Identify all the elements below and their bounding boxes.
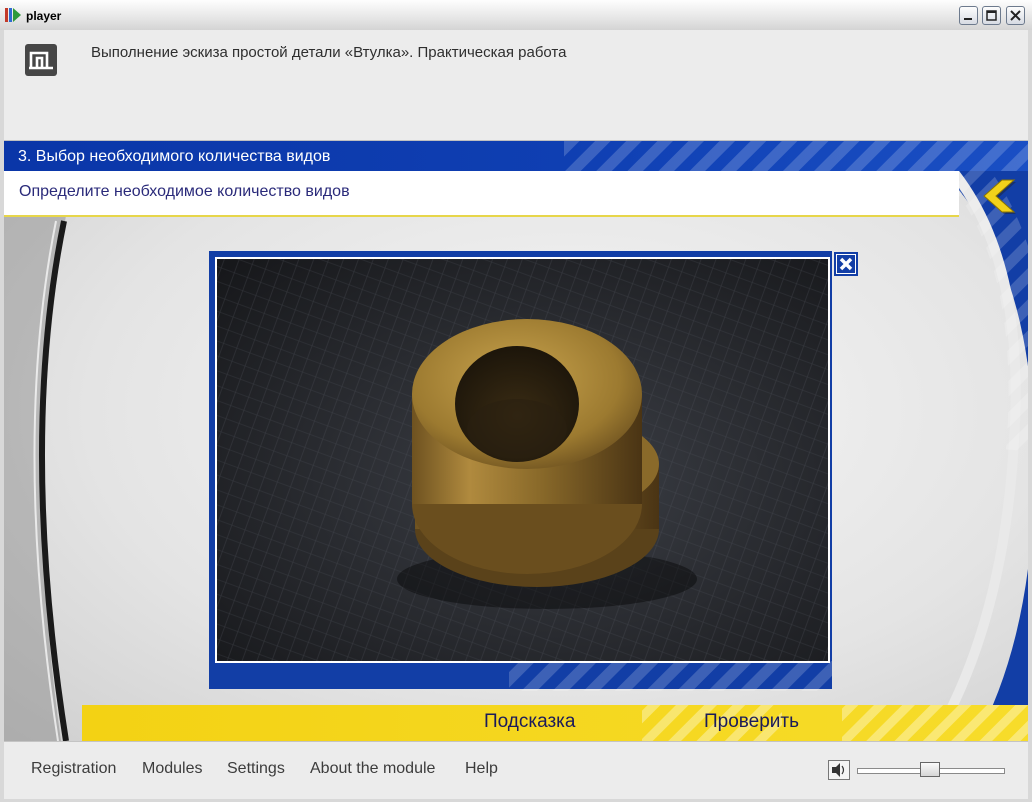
photo-popup — [209, 251, 832, 691]
bushing-photo — [215, 257, 830, 663]
window-titlebar: player — [0, 0, 1032, 31]
window-close-button[interactable] — [1006, 6, 1025, 25]
menu-registration[interactable]: Registration — [31, 760, 116, 778]
step-title: 3. Выбор необходимого количества видов — [18, 148, 331, 165]
task-panel: Определите необходимое количество видов — [4, 171, 959, 217]
menu-settings[interactable]: Settings — [227, 760, 285, 778]
maximize-icon — [986, 10, 997, 21]
player-app-icon — [5, 8, 21, 22]
footer-bar: Registration Modules Settings About the … — [4, 741, 1028, 799]
minimize-button[interactable] — [959, 6, 978, 25]
popup-stripe-pattern — [509, 661, 832, 691]
hint-button[interactable]: Подсказка — [484, 711, 575, 733]
content-stage: 3. Выбор необходимого количества видов О… — [4, 141, 1028, 741]
volume-slider-thumb[interactable] — [920, 762, 940, 777]
back-chevron-icon[interactable] — [972, 176, 1022, 216]
module-logo-icon — [25, 44, 57, 76]
menu-modules[interactable]: Modules — [142, 760, 202, 778]
task-instruction: Определите необходимое количество видов — [19, 183, 350, 200]
menu-help[interactable]: Help — [465, 760, 498, 778]
maximize-button[interactable] — [982, 6, 1001, 25]
close-icon[interactable] — [834, 252, 858, 276]
bushing-image — [217, 259, 828, 661]
module-title: Выполнение эскиза простой детали «Втулка… — [91, 44, 567, 61]
menu-about-module[interactable]: About the module — [310, 760, 435, 778]
minimize-icon — [964, 18, 972, 20]
module-header: Выполнение эскиза простой детали «Втулка… — [4, 30, 1028, 141]
close-icon — [1010, 10, 1021, 21]
step-header: 3. Выбор необходимого количества видов — [4, 141, 1028, 171]
speaker-icon[interactable] — [828, 760, 850, 780]
check-button[interactable]: Проверить — [704, 711, 799, 733]
window-title: player — [26, 9, 62, 23]
